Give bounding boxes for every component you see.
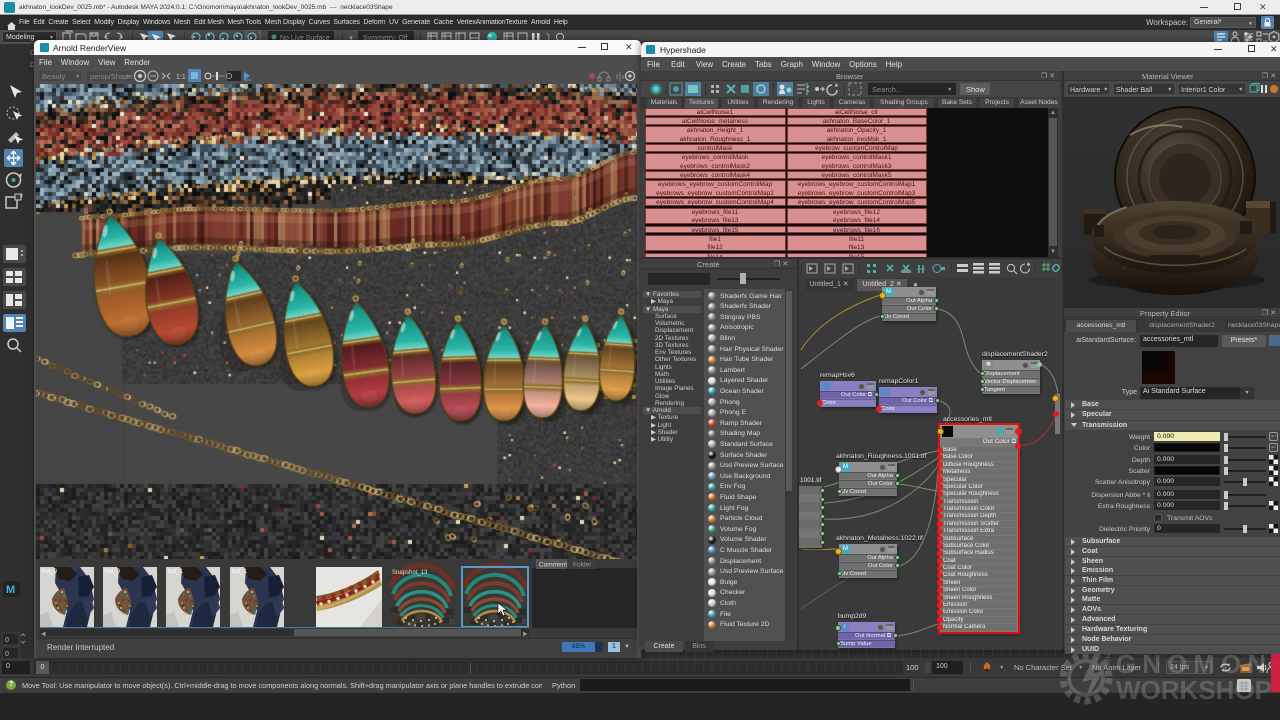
svg-text:Folder: Folder	[573, 562, 592, 569]
svg-text:Snapshot_13: Snapshot_13	[392, 570, 428, 576]
svg-text:▼: ▼	[1103, 87, 1108, 93]
svg-text:1:1: 1:1	[176, 74, 186, 81]
svg-text:Beauty: Beauty	[42, 72, 66, 81]
svg-text:THE: THE	[1103, 652, 1110, 666]
svg-text:hot_1: hot_1	[168, 569, 184, 575]
svg-text:0: 0	[5, 651, 9, 658]
svg-text:hot_0: hot_0	[42, 569, 58, 575]
svg-text:hot_0: hot_0	[105, 569, 121, 575]
svg-text:M: M	[6, 584, 15, 596]
svg-text:▼: ▼	[947, 87, 952, 93]
svg-text:0: 0	[5, 637, 9, 644]
svg-text:◀: ◀	[41, 632, 46, 638]
svg-text:▼: ▼	[1238, 87, 1243, 93]
svg-text:▼: ▼	[1167, 87, 1172, 93]
svg-text:Show: Show	[966, 85, 985, 94]
svg-text:▼: ▼	[125, 74, 130, 80]
svg-text:Comment: Comment	[539, 562, 567, 569]
svg-text:Interior1 Color: Interior1 Color	[1181, 87, 1226, 94]
svg-text:Search...: Search...	[872, 85, 902, 94]
svg-text:Shader Ball: Shader Ball	[1116, 87, 1153, 94]
svg-text:Hardware: Hardware	[1070, 87, 1100, 94]
svg-text:▼: ▼	[75, 74, 80, 80]
svg-text:▶: ▶	[523, 632, 528, 638]
svg-text:hot_1: hot_1	[232, 569, 248, 575]
